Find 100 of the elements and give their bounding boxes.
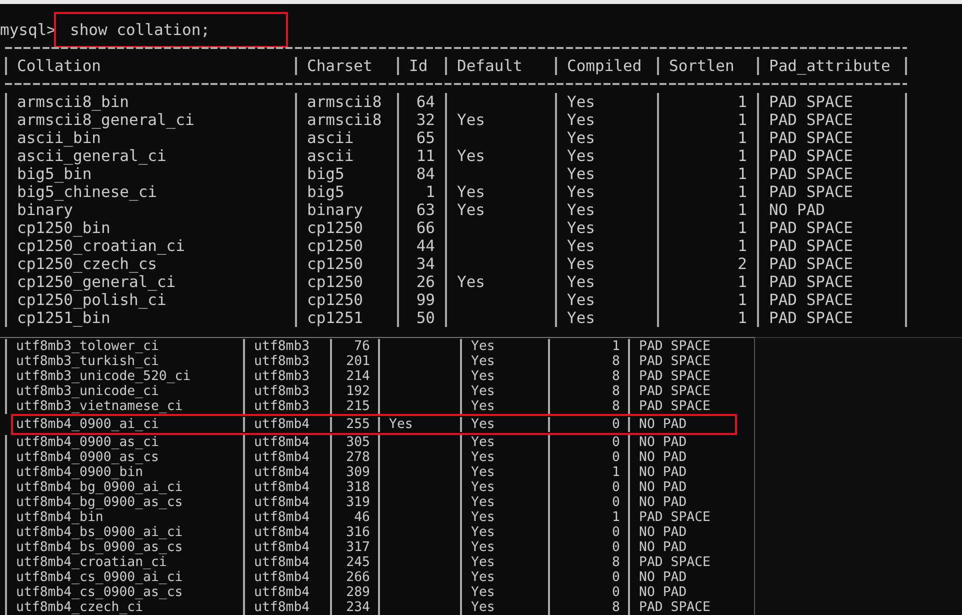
table-cell: Yes <box>567 309 595 327</box>
table-cell: ascii <box>307 147 354 165</box>
table-cell: 8 <box>612 555 620 570</box>
table-cell: big5_chinese_ci <box>17 183 157 201</box>
table-cell: PAD SPACE <box>769 291 853 309</box>
table-cell: 215 <box>346 399 370 414</box>
table-cell: 11 <box>416 147 435 165</box>
table-cell: NO PAD <box>639 450 687 465</box>
table-cell: 0 <box>612 480 620 495</box>
table-cell: PAD SPACE <box>769 93 853 111</box>
table-cell: armscii8 <box>307 93 382 111</box>
table-cell: 1 <box>738 237 747 255</box>
table-cell: utf8mb4_0900_as_cs <box>16 450 159 465</box>
table-cell: 1 <box>738 93 747 111</box>
table-cell: 305 <box>346 435 370 450</box>
table-cell: 46 <box>354 510 370 525</box>
table-cell: 1 <box>738 219 747 237</box>
table-cell: Yes <box>567 237 595 255</box>
table-cell: cp1251_bin <box>17 309 110 327</box>
table-cell: 34 <box>416 255 435 273</box>
table-cell: utf8mb4 <box>254 600 310 615</box>
table-cell: 63 <box>416 201 435 219</box>
table-cell: 201 <box>346 354 370 369</box>
table-cell: utf8mb3 <box>254 369 310 384</box>
highlighted-command: show collation; <box>54 12 288 48</box>
table-cell: NO PAD <box>639 525 687 540</box>
table-cell: 1 <box>738 201 747 219</box>
table-cell: PAD SPACE <box>769 219 853 237</box>
table-cell: Yes <box>471 354 495 369</box>
table-cell: 32 <box>416 111 435 129</box>
table-cell: utf8mb4 <box>254 510 310 525</box>
table-cell: PAD SPACE <box>769 129 853 147</box>
table-cell: Yes <box>471 435 495 450</box>
table-cell: NO PAD <box>639 570 687 585</box>
table-cell: utf8mb4 <box>254 540 310 555</box>
table-cell: utf8mb4_0900_as_ci <box>16 435 159 450</box>
table-cell: 214 <box>346 369 370 384</box>
table-cell: 1 <box>738 111 747 129</box>
table-cell: PAD SPACE <box>769 237 853 255</box>
table-cell: PAD SPACE <box>639 384 710 399</box>
table-cell: NO PAD <box>639 480 687 495</box>
table-cell: Yes <box>471 525 495 540</box>
table-cell: Yes <box>567 255 595 273</box>
table-cell: 0 <box>612 540 620 555</box>
table-cell: Yes <box>471 417 495 432</box>
table-cell: utf8mb3 <box>254 399 310 414</box>
table-cell: Yes <box>457 111 485 129</box>
table-cell: cp1250 <box>307 255 363 273</box>
table-cell: Yes <box>471 384 495 399</box>
table-cell: 1 <box>738 147 747 165</box>
table-cell: Yes <box>567 201 595 219</box>
table-cell: Yes <box>567 273 595 291</box>
table-cell: 1 <box>738 165 747 183</box>
table-cell: utf8mb3_turkish_ci <box>16 354 159 369</box>
table-cell: big5 <box>307 183 344 201</box>
table-cell: PAD SPACE <box>639 354 710 369</box>
table-cell: cp1250_polish_ci <box>17 291 166 309</box>
table-cell: utf8mb4_bs_0900_as_cs <box>16 540 183 555</box>
table-cell: cp1250_czech_cs <box>17 255 157 273</box>
table-cell: 1 <box>738 183 747 201</box>
table-cell: armscii8_general_ci <box>17 111 194 129</box>
table-cell: binary <box>307 201 363 219</box>
table-cell: NO PAD <box>639 540 687 555</box>
table-cell: Yes <box>471 555 495 570</box>
table-cell: utf8mb4 <box>254 525 310 540</box>
table-cell: PAD SPACE <box>639 339 710 354</box>
table-cell: utf8mb4 <box>254 585 310 600</box>
table-cell: Yes <box>471 399 495 414</box>
table-cell: Yes <box>471 510 495 525</box>
table-cell: 192 <box>346 384 370 399</box>
table-cell: 26 <box>416 273 435 291</box>
table-cell: PAD SPACE <box>639 510 710 525</box>
table-cell: binary <box>17 201 73 219</box>
table-cell: cp1250 <box>307 237 363 255</box>
table-cell: utf8mb4 <box>254 555 310 570</box>
table-cell: Yes <box>457 183 485 201</box>
table-cell: Yes <box>457 273 485 291</box>
table-cell: Yes <box>567 93 595 111</box>
table-cell: PAD SPACE <box>769 309 853 327</box>
table-cell: 309 <box>346 465 370 480</box>
table-cell: 0 <box>612 525 620 540</box>
table-cell: 0 <box>612 417 620 432</box>
table-cell: Yes <box>471 585 495 600</box>
table-cell: 0 <box>612 450 620 465</box>
table-cell: ascii <box>307 129 354 147</box>
table-cell: Yes <box>471 570 495 585</box>
table-cell: PAD SPACE <box>639 369 710 384</box>
table-cell: Yes <box>567 183 595 201</box>
column-header: Compiled <box>567 57 642 75</box>
table-cell: PAD SPACE <box>769 147 853 165</box>
table-cell: ascii_bin <box>17 129 101 147</box>
table-cell: utf8mb3 <box>254 354 310 369</box>
table-cell: utf8mb4 <box>254 417 310 432</box>
table-cell: cp1250_croatian_ci <box>17 237 185 255</box>
table-cell: 234 <box>346 600 370 615</box>
table-cell: utf8mb4_bin <box>16 510 104 525</box>
table-cell: 316 <box>346 525 370 540</box>
table-cell: NO PAD <box>639 495 687 510</box>
table-cell: 8 <box>612 384 620 399</box>
table-cell: Yes <box>471 600 495 615</box>
